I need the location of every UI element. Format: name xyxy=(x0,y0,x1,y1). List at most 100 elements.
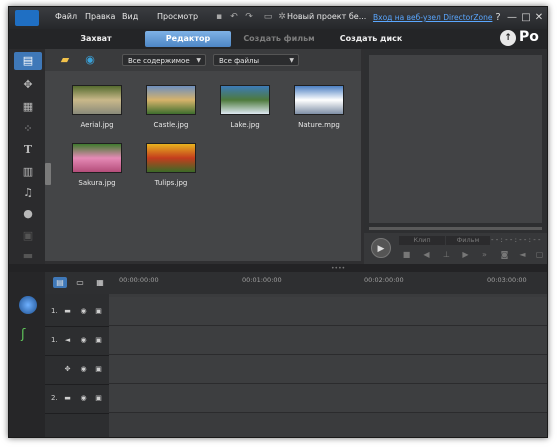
library-item[interactable]: Nature.mpg xyxy=(294,85,344,129)
title-room-icon[interactable]: T xyxy=(21,143,35,157)
redo-icon[interactable]: ↷ xyxy=(244,12,254,22)
visibility-eye-icon[interactable]: ◉ xyxy=(79,336,88,345)
timeline-panel: ʃ ▤ ▭ ▦ 00:00:00:00 00:01:00:00 00:02:00… xyxy=(9,272,547,437)
add-track-icon[interactable]: ▦ xyxy=(93,277,107,288)
library-item[interactable]: Aerial.jpg xyxy=(72,85,122,129)
mode-produce[interactable]: Создать фильм xyxy=(239,31,319,47)
preview-controls: ▶ Клип Фильм - - : - - : - - : - - ■ ◀ ⊥… xyxy=(364,233,547,264)
play-button[interactable]: ▶ xyxy=(371,238,391,258)
next-frame-icon[interactable]: ▶ xyxy=(460,249,471,260)
menu-view[interactable]: Вид xyxy=(122,12,138,21)
file-filter-dropdown[interactable]: Все файлы ▼ xyxy=(213,54,299,66)
minimize-button[interactable]: — xyxy=(506,12,518,24)
menu-edit[interactable]: Правка xyxy=(85,12,115,21)
panel-splitter[interactable] xyxy=(9,264,547,272)
directorzone-link[interactable]: Вход на веб-узел DirectorZone xyxy=(373,13,492,22)
menu-file[interactable]: Файл xyxy=(55,12,77,21)
visibility-eye-icon[interactable]: ◉ xyxy=(79,307,88,316)
track-row[interactable] xyxy=(109,326,547,355)
undo-icon[interactable]: ↶ xyxy=(229,12,239,22)
download-globe-icon[interactable]: ◉ xyxy=(82,53,98,66)
audio-track-icon: ◄ xyxy=(64,336,71,344)
track-row[interactable] xyxy=(109,355,547,384)
room-toolbar: ▤ ✥ ▦ ⁘ T ▥ ♫ ● ▣ ▬ xyxy=(9,49,45,264)
track-number: 1. xyxy=(51,336,58,344)
preview-screen xyxy=(369,55,542,223)
chevron-down-icon: ▼ xyxy=(196,57,201,64)
thumbnail-label: Lake.jpg xyxy=(230,121,260,129)
track-number: 1. xyxy=(51,307,58,315)
audio-mixing-icon[interactable]: ♫ xyxy=(21,186,35,200)
track-row[interactable] xyxy=(109,384,547,413)
logo-text: Po xyxy=(519,29,539,45)
thumbnail-label: Sakura.jpg xyxy=(78,179,116,187)
snapshot-icon[interactable]: ◙ xyxy=(499,249,510,260)
mode-edit[interactable]: Редактор xyxy=(145,31,231,47)
voice-over-mic-icon[interactable]: ● xyxy=(21,207,35,221)
close-button[interactable]: ✕ xyxy=(533,12,545,24)
media-room-icon[interactable]: ▤ xyxy=(14,52,42,70)
storyboard-view-icon[interactable]: ▭ xyxy=(73,277,87,288)
help-button[interactable]: ? xyxy=(492,12,504,24)
clip-mode-tab[interactable]: Клип xyxy=(399,236,445,245)
timeline-ruler[interactable]: 00:00:00:00 00:01:00:00 00:02:00:00 00:0… xyxy=(109,272,547,294)
fullscreen-icon[interactable]: ▢ xyxy=(534,249,545,260)
thumbnail-image xyxy=(146,85,196,115)
fast-forward-icon[interactable]: » xyxy=(479,249,490,260)
previous-frame-icon[interactable]: ◀ xyxy=(421,249,432,260)
track-header: 2. ▬ ◉ ▣ xyxy=(45,384,109,414)
visibility-eye-icon[interactable]: ◉ xyxy=(79,365,88,374)
project-title: Новый проект бе... xyxy=(287,12,367,21)
ruler-mark: 00:02:00:00 xyxy=(364,276,404,284)
save-icon[interactable]: ▪ xyxy=(214,12,224,22)
thumbnail-image xyxy=(72,143,122,173)
library-collapse-handle[interactable] xyxy=(45,163,51,185)
pip-room-icon[interactable]: ▦ xyxy=(21,100,35,114)
lock-icon[interactable]: ▣ xyxy=(94,394,103,403)
thumbnail-image xyxy=(294,85,344,115)
transition-room-icon[interactable]: ▥ xyxy=(21,165,35,179)
library-toolbar: ▰ ◉ Все содержимое ▼ Все файлы ▼ xyxy=(45,49,361,71)
title-bar: Файл Правка Вид Просмотр ▪ ↶ ↷ ▭ ✲ Новый… xyxy=(9,7,547,29)
library-item[interactable]: Lake.jpg xyxy=(220,85,270,129)
video-track-icon: ▬ xyxy=(64,307,71,315)
ruler-mark: 00:03:00:00 xyxy=(487,276,527,284)
mode-capture[interactable]: Захват xyxy=(61,31,131,47)
stop-icon[interactable]: ■ xyxy=(401,249,412,260)
settings-gear-icon[interactable]: ✲ xyxy=(277,12,287,22)
track-header: 1. ▬ ◉ ▣ xyxy=(45,297,109,327)
split-icon[interactable]: ⊥ xyxy=(441,249,452,260)
track-row[interactable] xyxy=(109,297,547,326)
timeline-view-icon[interactable]: ▤ xyxy=(53,277,67,288)
library-item[interactable]: Castle.jpg xyxy=(146,85,196,129)
mode-create-disc[interactable]: Создать диск xyxy=(331,31,411,47)
lock-icon[interactable]: ▣ xyxy=(94,365,103,374)
maximize-button[interactable]: □ xyxy=(520,12,532,24)
aspect-ratio-icon[interactable]: ▭ xyxy=(261,12,275,22)
timecode-display: - - : - - : - - : - - xyxy=(491,236,541,244)
lock-icon[interactable]: ▣ xyxy=(94,307,103,316)
app-icon xyxy=(15,10,39,26)
ruler-mark: 00:00:00:00 xyxy=(119,276,159,284)
track-header: ✥ ◉ ▣ xyxy=(45,355,109,385)
effects-room-icon[interactable]: ✥ xyxy=(21,78,35,92)
preview-scrub-bar[interactable] xyxy=(369,227,542,230)
timeline-sidebar: ʃ xyxy=(9,272,45,437)
movie-mode-tab[interactable]: Фильм xyxy=(446,236,490,245)
library-item[interactable]: Tulips.jpg xyxy=(146,143,196,187)
volume-icon[interactable]: ◄ xyxy=(517,249,528,260)
visibility-eye-icon[interactable]: ◉ xyxy=(79,394,88,403)
plugin-icon[interactable]: ʃ xyxy=(21,328,25,342)
content-filter-dropdown[interactable]: Все содержимое ▼ xyxy=(122,54,206,66)
track-number: 2. xyxy=(51,394,58,402)
app-window: Файл Правка Вид Просмотр ▪ ↶ ↷ ▭ ✲ Новый… xyxy=(8,6,548,438)
content-filter-value: Все содержимое xyxy=(128,57,190,65)
thumbnail-image xyxy=(146,143,196,173)
lock-icon[interactable]: ▣ xyxy=(94,336,103,345)
particle-room-icon[interactable]: ⁘ xyxy=(21,122,35,136)
import-folder-icon[interactable]: ▰ xyxy=(57,53,73,66)
preview-panel: ▶ Клип Фильм - - : - - : - - : - - ■ ◀ ⊥… xyxy=(364,49,547,264)
magic-tools-icon[interactable] xyxy=(19,296,37,314)
menu-playback[interactable]: Просмотр xyxy=(157,12,198,21)
library-item[interactable]: Sakura.jpg xyxy=(72,143,122,187)
